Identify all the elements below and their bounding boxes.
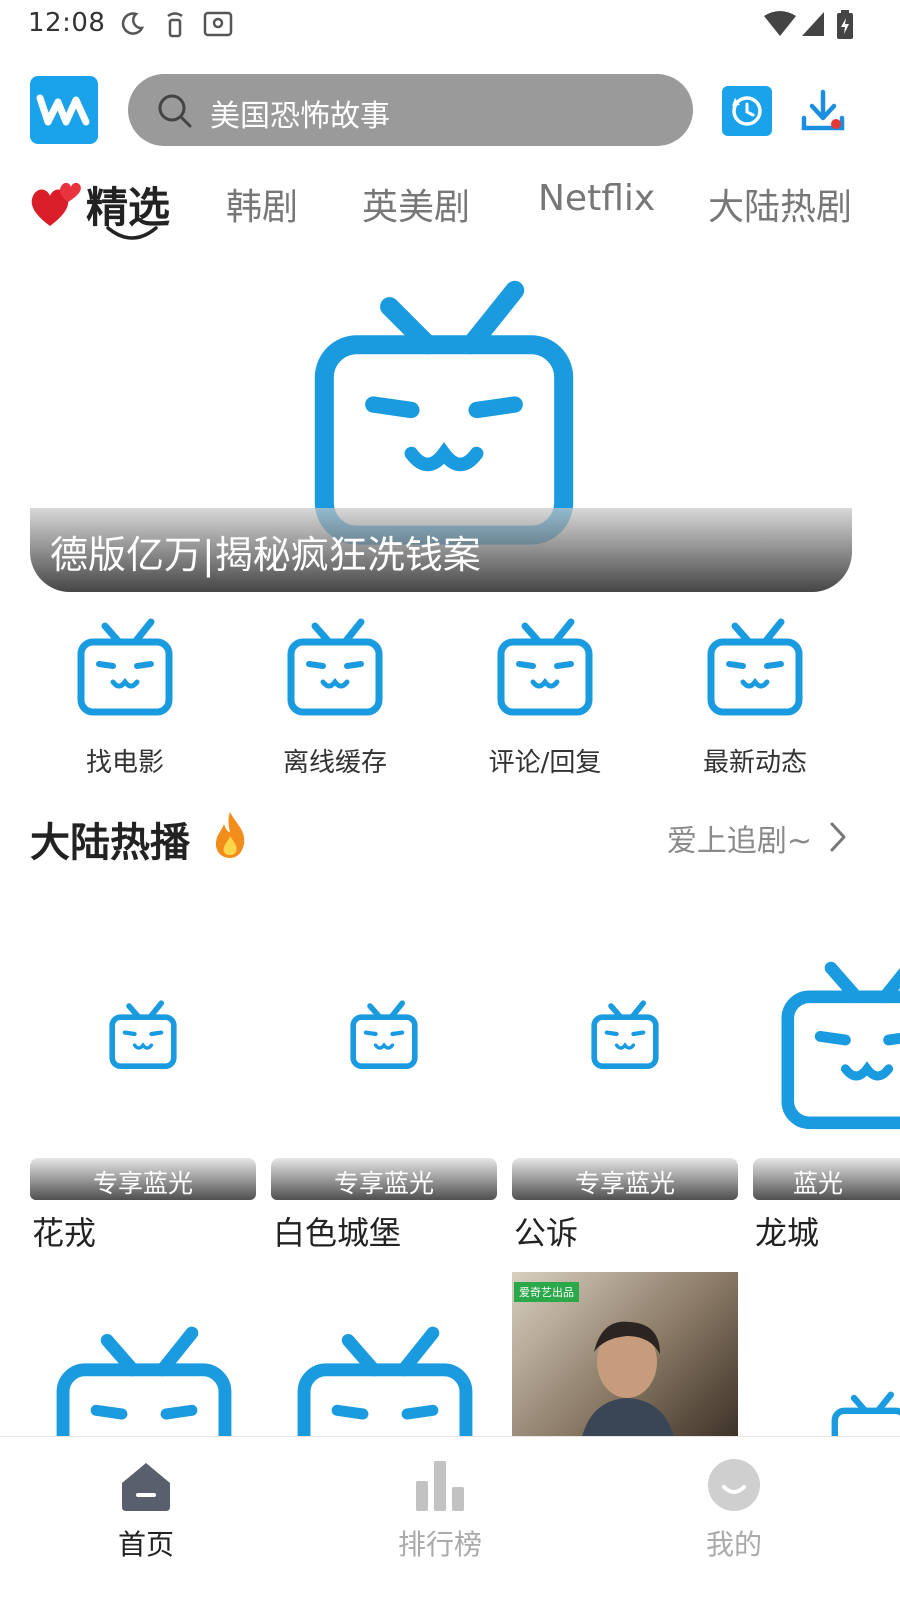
drama-card[interactable]: 蓝光 龙城 — [753, 900, 900, 1260]
smile-underline-icon — [106, 226, 158, 240]
category-tabs: 精选 韩剧 英美剧 Netflix 大陆热剧 — [0, 168, 900, 248]
quick-entry-label: 离线缓存 — [282, 748, 387, 778]
history-button[interactable] — [722, 86, 772, 136]
quick-entry-label: 找电影 — [85, 748, 164, 778]
card-badge: 专享蓝光 — [92, 1169, 193, 1198]
drama-card[interactable] — [271, 1272, 497, 1437]
tv-mascot-icon — [56, 1326, 232, 1437]
nav-profile[interactable]: 我的 — [644, 1437, 824, 1600]
nav-label-profile: 我的 — [705, 1528, 762, 1561]
app-logo[interactable] — [30, 76, 98, 144]
download-button[interactable] — [800, 88, 846, 134]
tv-mascot-icon — [297, 1326, 473, 1437]
nav-home[interactable]: 首页 — [56, 1437, 236, 1600]
drama-card[interactable] — [830, 1390, 900, 1436]
battery-icon — [837, 10, 853, 39]
nav-label-home: 首页 — [117, 1528, 174, 1561]
tv-mascot-icon — [497, 618, 593, 716]
nav-ranking[interactable]: 排行榜 — [350, 1437, 530, 1600]
download-icon — [801, 89, 845, 131]
quick-entry-offline-cache[interactable]: 离线缓存 — [235, 614, 435, 784]
tv-mascot-icon — [707, 618, 803, 716]
tab-netflix[interactable]: Netflix — [538, 178, 655, 219]
signal-icon — [802, 12, 824, 36]
app-logo-icon — [36, 94, 90, 126]
banner-title: 德版亿万|揭秘疯狂洗钱案 — [50, 533, 481, 577]
card-thumbnail — [30, 900, 256, 1200]
top-header: 美国恐怖故事 — [0, 72, 900, 148]
drama-poster[interactable]: 爱奇艺出品 — [512, 1272, 738, 1437]
tv-mascot-icon — [591, 1000, 659, 1069]
card-title: 龙城 — [755, 1214, 820, 1252]
storage-icon — [203, 11, 233, 37]
bottom-navigation: 首页 排行榜 我的 — [0, 1436, 900, 1600]
nfc-icon — [167, 12, 183, 38]
search-bar[interactable]: 美国恐怖故事 — [128, 74, 693, 146]
tv-mascot-icon — [287, 618, 383, 716]
home-icon — [122, 1463, 170, 1511]
tv-mascot-icon — [314, 280, 574, 545]
card-thumbnail — [753, 900, 900, 1200]
quick-entry-find-movie[interactable]: 找电影 — [25, 614, 225, 784]
card-badge: 专享蓝光 — [574, 1169, 675, 1198]
nav-label-ranking: 排行榜 — [397, 1528, 482, 1561]
card-title: 花戎 — [32, 1214, 97, 1252]
card-badge: 蓝光 — [793, 1169, 844, 1198]
quick-entries: 找电影 离线缓存 评论/回复 最新动态 — [0, 614, 900, 784]
search-input[interactable]: 美国恐怖故事 — [210, 91, 390, 135]
quick-entry-label: 最新动态 — [702, 748, 807, 778]
chart-icon — [416, 1461, 464, 1511]
featured-banner[interactable]: 德版亿万|揭秘疯狂洗钱案 — [30, 262, 852, 592]
status-time: 12:08 — [28, 8, 106, 38]
wifi-icon — [764, 11, 796, 36]
section-header: 大陆热播 爱上追剧~ — [30, 808, 860, 868]
tab-mainland-drama[interactable]: 大陆热剧 — [708, 178, 852, 230]
fire-icon — [215, 812, 245, 858]
tv-mascot-icon — [831, 1391, 900, 1436]
tv-mascot-icon — [77, 618, 173, 716]
tab-selected[interactable]: 精选 — [28, 172, 188, 242]
tv-mascot-icon — [109, 1000, 177, 1069]
poster-portrait-image — [582, 1321, 674, 1437]
card-thumbnail — [512, 900, 738, 1200]
tv-mascot-icon — [350, 1000, 418, 1069]
chevron-right-icon[interactable] — [826, 820, 850, 854]
quick-entry-label: 评论/回复 — [488, 748, 602, 778]
section-title: 大陆热播 — [30, 820, 190, 866]
drama-card[interactable] — [30, 1272, 256, 1437]
quick-entry-comments[interactable]: 评论/回复 — [445, 614, 645, 784]
do-not-disturb-icon — [121, 12, 145, 35]
profile-icon — [708, 1459, 760, 1511]
history-clock-icon — [732, 96, 762, 126]
tab-korean-drama[interactable]: 韩剧 — [226, 178, 298, 230]
tv-mascot-icon — [781, 961, 900, 1130]
tab-us-uk-drama[interactable]: 英美剧 — [362, 178, 470, 230]
quick-entry-latest-news[interactable]: 最新动态 — [655, 614, 855, 784]
card-title: 白色城堡 — [273, 1214, 402, 1252]
card-badge: 专享蓝光 — [333, 1169, 434, 1198]
section-more-link[interactable]: 爱上追剧~ — [667, 816, 812, 860]
card-title: 公诉 — [514, 1214, 579, 1252]
status-bar: 12:08 — [0, 0, 900, 48]
poster-tag: 爱奇艺出品 — [514, 1282, 579, 1302]
search-icon — [158, 94, 192, 128]
hearts-icon — [31, 182, 81, 226]
card-thumbnail — [271, 900, 497, 1200]
